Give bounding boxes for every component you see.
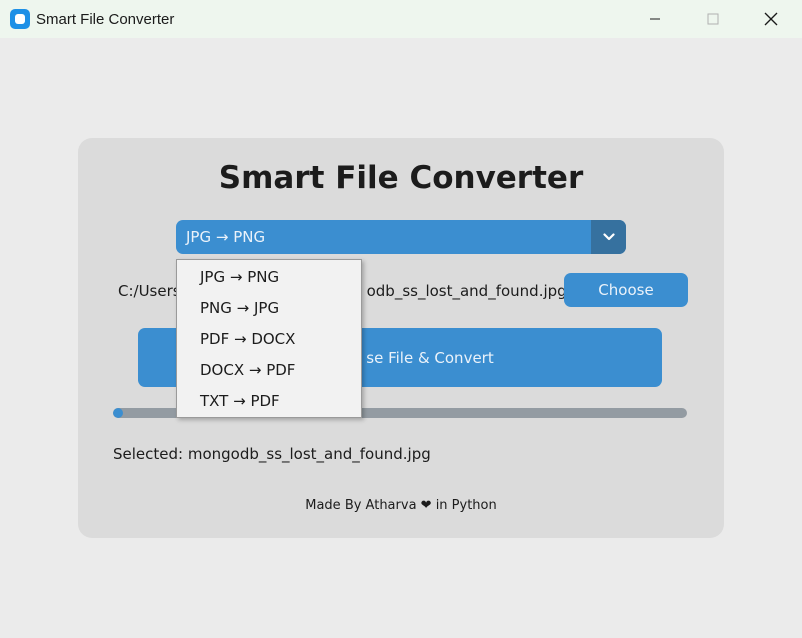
conversion-select[interactable]: JPG → PNG — [176, 220, 626, 254]
convert-button-label: se File & Convert — [366, 348, 494, 367]
menu-item[interactable]: PNG → JPG — [177, 293, 361, 324]
menu-item[interactable]: TXT → PDF — [177, 386, 361, 417]
maximize-icon — [707, 13, 719, 25]
title-bar: Smart File Converter — [0, 0, 802, 38]
menu-item[interactable]: PDF → DOCX — [177, 324, 361, 355]
conversion-dropdown-menu: JPG → PNG PNG → JPG PDF → DOCX DOCX → PDF TX… — [176, 259, 362, 418]
app-icon — [10, 9, 30, 29]
window-title: Smart File Converter — [36, 11, 175, 28]
footer-credit: Made By Atharva ❤ in Python — [305, 498, 497, 513]
menu-item[interactable]: DOCX → PDF — [177, 355, 361, 386]
chevron-down-icon — [602, 233, 615, 241]
dropdown-arrow-button[interactable] — [591, 220, 626, 254]
file-path-end: odb_ss_lost_and_found.jpg — [366, 282, 567, 300]
minimize-icon — [650, 18, 660, 20]
menu-item[interactable]: JPG → PNG — [177, 262, 361, 293]
progress-fill — [113, 408, 124, 418]
page-title: Smart File Converter — [218, 160, 584, 196]
conversion-select-value: JPG → PNG — [186, 228, 266, 246]
choose-button[interactable]: Choose — [564, 273, 688, 307]
close-icon — [764, 12, 778, 26]
close-button[interactable] — [742, 0, 800, 38]
maximize-button[interactable] — [684, 0, 742, 38]
minimize-button[interactable] — [626, 0, 684, 38]
selected-file-label: Selected: mongodb_ss_lost_and_found.jpg — [113, 445, 431, 463]
file-path-start: C:/Users — [118, 282, 181, 300]
